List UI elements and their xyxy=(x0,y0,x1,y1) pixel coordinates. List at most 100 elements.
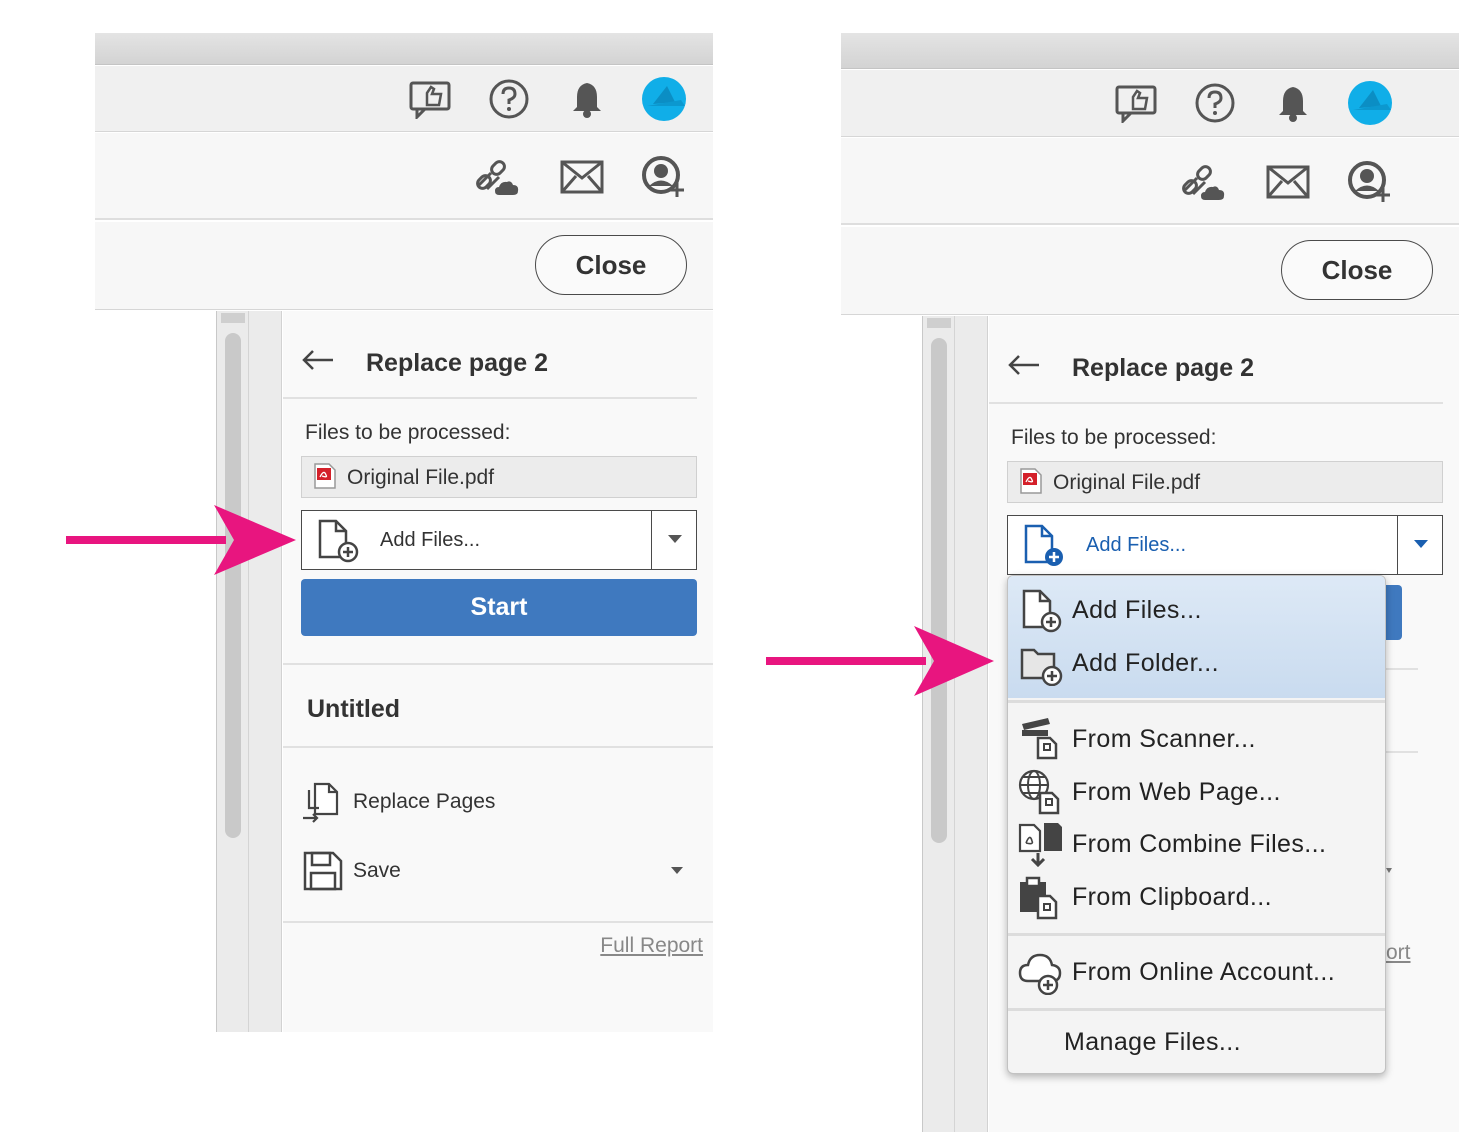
divider xyxy=(1386,668,1418,670)
top-icon-bar xyxy=(95,66,713,132)
chevron-down-icon[interactable] xyxy=(1414,540,1428,548)
scrollbar-cap xyxy=(927,318,951,328)
back-arrow-icon[interactable] xyxy=(301,345,335,375)
avatar[interactable] xyxy=(1347,80,1393,126)
divider xyxy=(283,921,713,923)
document-name: Untitled xyxy=(307,695,401,723)
share-bar xyxy=(95,133,713,220)
scrollbar-separator xyxy=(954,316,955,1132)
file-name: Original File.pdf xyxy=(1053,471,1201,494)
pointer-arrow xyxy=(66,505,296,575)
scrollbar[interactable] xyxy=(216,311,282,1032)
pdf-icon xyxy=(314,463,336,489)
file-list-item[interactable]: Original File.pdf xyxy=(1007,461,1443,503)
combine-files-icon xyxy=(1018,823,1062,867)
divider xyxy=(283,746,713,748)
help-icon[interactable] xyxy=(1192,80,1238,126)
menu-item-add-folder[interactable]: Add Folder... xyxy=(1018,639,1377,687)
bell-icon[interactable] xyxy=(564,76,610,122)
menu-item-from-scanner[interactable]: From Scanner... xyxy=(1018,715,1377,763)
scrollbar-thumb[interactable] xyxy=(931,338,947,843)
window-titlebar xyxy=(95,33,713,65)
divider xyxy=(283,663,713,665)
menu-item-label: From Online Account... xyxy=(1072,957,1336,986)
menu-item-label: From Web Page... xyxy=(1072,777,1281,806)
mail-icon[interactable] xyxy=(1264,158,1312,206)
page-title: Replace page 2 xyxy=(1072,354,1255,382)
menu-item-label: Add Files... xyxy=(1072,595,1202,624)
close-bar: Close xyxy=(95,222,713,310)
add-files-label: Add Files... xyxy=(1086,534,1187,556)
scrollbar[interactable] xyxy=(922,316,988,1132)
save-label: Save xyxy=(353,859,401,882)
globe-icon xyxy=(1018,769,1060,815)
menu-separator xyxy=(1008,933,1385,936)
menu-item-from-clipboard[interactable]: From Clipboard... xyxy=(1018,873,1377,921)
close-button[interactable]: Close xyxy=(535,235,687,295)
menu-item-from-combine-files[interactable]: From Combine Files... xyxy=(1018,820,1377,868)
feedback-icon[interactable] xyxy=(408,76,454,122)
divider xyxy=(1386,751,1418,753)
close-bar: Close xyxy=(841,227,1459,315)
window-titlebar xyxy=(841,33,1459,69)
menu-item-label: From Scanner... xyxy=(1072,724,1256,753)
replace-pages-icon xyxy=(303,782,339,823)
add-files-dropdown-menu: Add Files... Add Folder... From Scanner.… xyxy=(1007,575,1386,1074)
feedback-icon[interactable] xyxy=(1114,80,1160,126)
clipboard-icon xyxy=(1020,876,1058,920)
split-divider xyxy=(1396,516,1398,574)
replace-pages-label: Replace Pages xyxy=(353,790,496,813)
close-button[interactable]: Close xyxy=(1281,240,1433,300)
full-report-link[interactable]: Full Report xyxy=(600,934,703,958)
add-user-icon[interactable] xyxy=(1346,158,1394,206)
cloud-add-icon xyxy=(1018,953,1062,995)
file-add-icon xyxy=(318,519,359,563)
page-title: Replace page 2 xyxy=(366,349,549,377)
top-icon-bar xyxy=(841,70,1459,137)
pdf-icon xyxy=(1020,468,1042,494)
chevron-down-icon[interactable] xyxy=(668,535,682,543)
start-button-edge[interactable] xyxy=(1385,585,1402,640)
bell-icon[interactable] xyxy=(1270,80,1316,126)
header-row: Replace page 2 xyxy=(283,327,697,399)
right-pane: Replace page 2 Files to be processed: Or… xyxy=(283,311,713,1032)
menu-item-from-web-page[interactable]: From Web Page... xyxy=(1018,768,1377,816)
scanner-icon xyxy=(1022,718,1058,760)
file-list-item[interactable]: Original File.pdf xyxy=(301,456,697,498)
share-bar xyxy=(841,138,1459,225)
scrollbar-separator xyxy=(248,311,249,1032)
save-icon xyxy=(303,851,343,891)
menu-item-manage-files[interactable]: Manage Files... xyxy=(1064,1028,1241,1057)
avatar[interactable] xyxy=(641,76,687,122)
add-files-label: Add Files... xyxy=(380,529,481,551)
link-cloud-icon[interactable] xyxy=(473,153,521,201)
add-files-split-button[interactable]: Add Files... xyxy=(301,510,697,570)
file-add-icon xyxy=(1024,524,1063,566)
add-user-icon[interactable] xyxy=(640,153,688,201)
chevron-down-icon[interactable] xyxy=(1386,868,1392,873)
menu-item-label: From Combine Files... xyxy=(1072,829,1327,858)
folder-add-icon xyxy=(1020,648,1063,686)
scrollbar-thumb[interactable] xyxy=(225,333,241,838)
chevron-down-icon[interactable] xyxy=(671,867,683,874)
menu-item-from-online-account[interactable]: From Online Account... xyxy=(1018,948,1377,996)
help-icon[interactable] xyxy=(486,76,532,122)
start-button[interactable]: Start xyxy=(301,579,697,636)
back-arrow-icon[interactable] xyxy=(1007,350,1041,380)
files-label: Files to be processed: xyxy=(305,421,511,444)
menu-item-label: Add Folder... xyxy=(1072,648,1219,677)
mail-icon[interactable] xyxy=(558,153,606,201)
menu-item-add-files[interactable]: Add Files... xyxy=(1018,586,1377,634)
pointer-arrow xyxy=(766,626,994,696)
add-files-split-button[interactable]: Add Files... xyxy=(1007,515,1443,575)
files-label: Files to be processed: xyxy=(1011,426,1217,449)
scrollbar-cap xyxy=(221,313,245,323)
menu-separator xyxy=(1008,1008,1385,1011)
link-cloud-icon[interactable] xyxy=(1179,158,1227,206)
file-add-icon xyxy=(1022,589,1062,633)
replace-pages-item[interactable]: Replace Pages xyxy=(301,777,495,827)
full-report-link-partial[interactable]: ort xyxy=(1386,941,1411,965)
split-divider xyxy=(650,511,652,569)
menu-separator xyxy=(1008,700,1385,703)
save-item[interactable]: Save xyxy=(301,846,401,896)
